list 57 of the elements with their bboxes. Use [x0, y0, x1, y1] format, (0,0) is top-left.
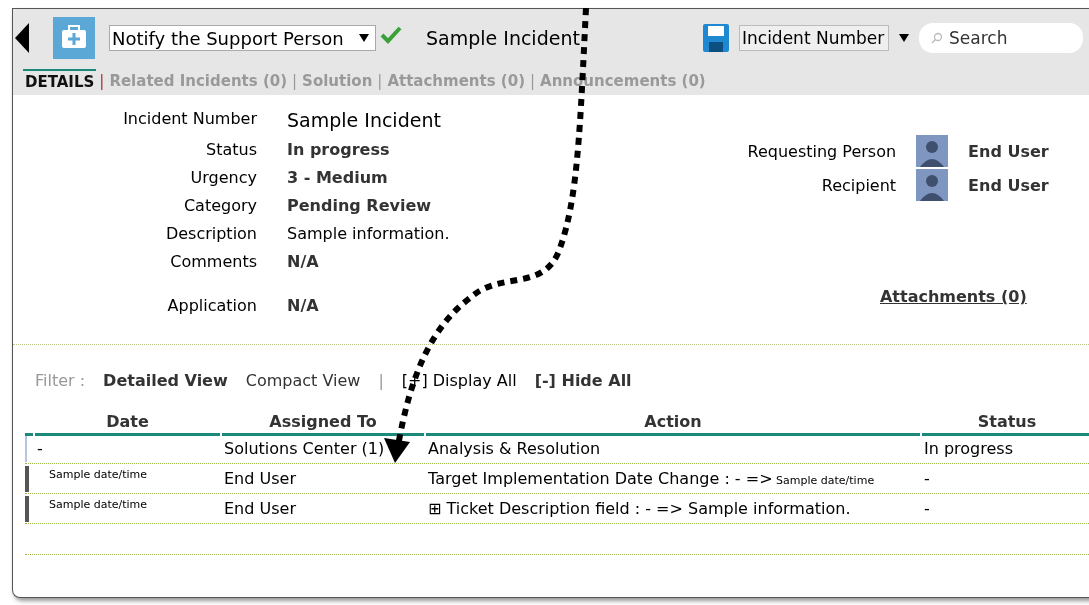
search-field[interactable]: Search — [919, 23, 1083, 53]
field-label: Status — [205, 140, 257, 159]
table-cell-text: Sample date/time — [48, 497, 149, 511]
display-all-link[interactable]: [+] Display All — [401, 371, 517, 390]
avatar-icon — [916, 135, 949, 167]
column-header: Assigned To — [222, 412, 424, 436]
field-label: Category — [182, 196, 257, 215]
table-cell-text: In progress — [923, 439, 1014, 458]
field-value: In progress — [287, 140, 391, 159]
field-value: Sample information. — [287, 224, 450, 243]
tab-separator: | — [99, 72, 105, 90]
field-label: Urgency — [189, 168, 257, 187]
hide-all-link[interactable]: [-] Hide All — [534, 371, 632, 390]
dropdown-caret-icon — [359, 34, 369, 42]
tab-separator: | — [530, 72, 536, 90]
table-cell-text: ⊞ Ticket Description field : - => Sample information. — [427, 499, 852, 518]
column-header: Date — [35, 412, 220, 436]
field-value: 3 - Medium — [287, 168, 389, 187]
table-cell-text: End User — [223, 469, 297, 488]
table-cell-text: End User — [223, 499, 297, 518]
table-cell-text: Analysis & Resolution — [427, 439, 602, 458]
checkmark-icon[interactable] — [380, 26, 402, 44]
search-field-select[interactable]: Incident Number — [739, 25, 889, 51]
tab-separator: | — [377, 72, 383, 90]
field-label: Incident Number — [122, 109, 257, 130]
back-arrow-icon[interactable] — [15, 23, 29, 53]
avatar-icon — [916, 169, 949, 201]
table-cell-text: - — [36, 439, 44, 458]
field-value: Sample Incident — [287, 109, 442, 131]
table-cell-text: Solutions Center (1) — [223, 439, 386, 458]
tab[interactable]: DETAILS — [23, 69, 97, 93]
incident-title: Sample Incident — [426, 27, 580, 49]
field-value: N/A — [287, 252, 320, 271]
view-option[interactable]: Detailed View — [103, 371, 228, 390]
table-cell-text: - — [923, 499, 931, 518]
field-label: Application — [166, 296, 257, 315]
view-option[interactable]: Compact View — [245, 371, 361, 390]
field-value: N/A — [287, 296, 320, 315]
field-value: Pending Review — [287, 196, 433, 215]
person-name[interactable]: End User — [968, 175, 1049, 195]
field-label: Requesting Person — [747, 141, 897, 161]
table-cell-text: Sample date/time — [48, 467, 149, 481]
table-cell-text: Target Implementation Date Change : - => Sample date/time — [427, 469, 876, 488]
field-label: Description — [164, 224, 257, 243]
action-select[interactable]: Notify the Support Person — [109, 25, 376, 51]
table-cell-text: - — [923, 469, 931, 488]
column-header: Action — [426, 412, 920, 436]
dropdown-caret-icon[interactable] — [899, 34, 909, 42]
column-header: Status — [922, 412, 1089, 436]
tab-separator: | — [292, 72, 298, 90]
attachments-link[interactable]: Attachments (0) — [879, 287, 1027, 306]
field-label: Comments — [169, 252, 257, 271]
medical-kit-icon[interactable] — [53, 17, 95, 59]
filter-label: Filter : — [35, 371, 86, 390]
person-name[interactable]: End User — [968, 141, 1049, 161]
field-label: Recipient — [820, 175, 897, 195]
filter-separator: | — [378, 371, 384, 390]
